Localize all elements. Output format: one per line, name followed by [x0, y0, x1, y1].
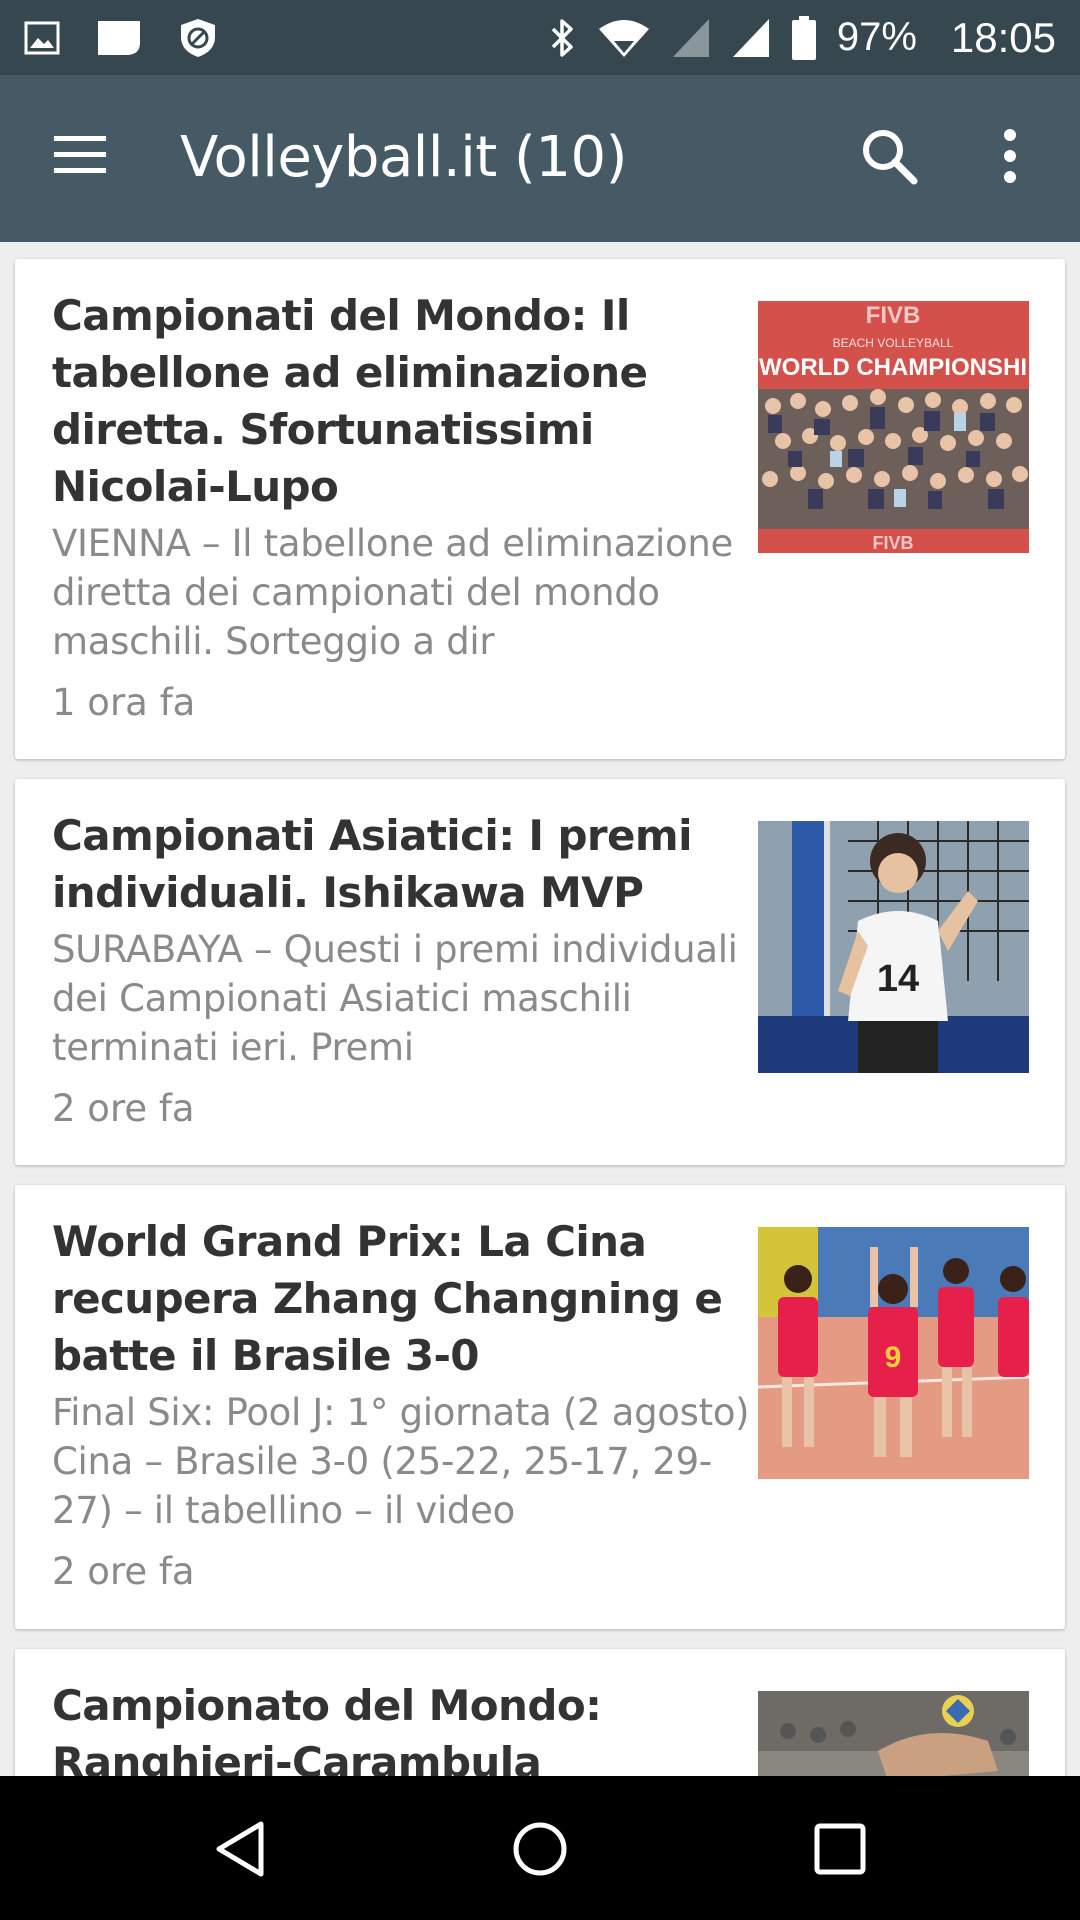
article-thumbnail: 14 [758, 821, 1029, 1073]
search-icon [863, 130, 918, 185]
article-card[interactable]: World Grand Prix: La Cina recupera Zhang… [15, 1185, 1065, 1629]
article-title: Campionato del Mondo: Ranghieri-Carambul… [52, 1681, 602, 1776]
thumb-fivb-text: FIVB [866, 302, 921, 329]
article-snippet: VIENNA – Il tabellone ad eliminazione di… [52, 522, 733, 663]
status-bar: 97% 18:05 [0, 0, 1080, 75]
thumb-beach-text: BEACH VOLLEYBALL [833, 336, 954, 350]
article-thumbnail: 9 [758, 1227, 1029, 1479]
clock: 18:05 [950, 13, 1056, 61]
more-vert-icon [1004, 129, 1016, 183]
thumb-fivb-bottom-text: FIVB [872, 533, 913, 553]
battery-percentage: 97% [836, 15, 917, 59]
article-title: World Grand Prix: La Cina recupera Zhang… [52, 1217, 723, 1380]
navigation-bar [0, 1776, 1080, 1920]
article-text: World Grand Prix: La Cina recupera Zhang… [52, 1213, 752, 1596]
article-feed[interactable]: Campionati del Mondo: Il tabellone ad el… [0, 242, 1080, 1776]
menu-icon [54, 136, 106, 173]
thumb-jersey-number: 9 [885, 1341, 902, 1374]
app-bar: Volleyball.it (10) [0, 75, 1080, 242]
article-title: Campionati Asiatici: I premi individuali… [52, 811, 692, 917]
signal-icon [671, 17, 711, 59]
menu-button[interactable] [50, 133, 110, 183]
article-text: Campionato del Mondo: Ranghieri-Carambul… [52, 1677, 752, 1776]
overflow-menu-button[interactable] [990, 123, 1030, 193]
article-timestamp: 1 ora fa [52, 681, 196, 724]
article-text: Campionati del Mondo: Il tabellone ad el… [52, 287, 752, 727]
back-icon [216, 1821, 264, 1877]
wifi-icon [597, 17, 651, 59]
article-card[interactable]: Campionati del Mondo: Il tabellone ad el… [15, 259, 1065, 759]
bluetooth-icon [547, 17, 577, 59]
recents-button[interactable] [805, 1814, 875, 1884]
signal-icon [731, 17, 771, 59]
article-thumbnail: FIVB BEACH VOLLEYBALL WORLD CHAMPIONSHI … [758, 301, 1029, 553]
notification-badge-icon [96, 19, 142, 57]
article-card[interactable]: Campionati Asiatici: I premi individuali… [15, 779, 1065, 1165]
article-snippet: SURABAYA – Questi i premi individuali de… [52, 928, 738, 1069]
article-card[interactable]: Campionato del Mondo: Ranghieri-Carambul… [15, 1649, 1065, 1776]
thumb-championship-text: WORLD CHAMPIONSHI [759, 354, 1027, 381]
battery-icon [791, 15, 817, 60]
back-button[interactable] [205, 1814, 275, 1884]
article-title: Campionati del Mondo: Il tabellone ad el… [52, 291, 648, 511]
vpn-shield-icon [178, 17, 218, 59]
image-icon [24, 20, 60, 56]
article-timestamp: 2 ore fa [52, 1087, 195, 1130]
article-thumbnail [758, 1691, 1029, 1776]
home-button[interactable] [505, 1814, 575, 1884]
article-text: Campionati Asiatici: I premi individuali… [52, 807, 752, 1133]
home-icon [513, 1822, 567, 1876]
thumb-jersey-number: 14 [877, 958, 919, 1000]
page-title: Volleyball.it (10) [180, 125, 627, 190]
article-snippet: Final Six: Pool J: 1° giornata (2 agosto… [52, 1391, 750, 1532]
recents-icon [814, 1823, 866, 1875]
search-button[interactable] [856, 123, 926, 193]
article-timestamp: 2 ore fa [52, 1550, 195, 1593]
